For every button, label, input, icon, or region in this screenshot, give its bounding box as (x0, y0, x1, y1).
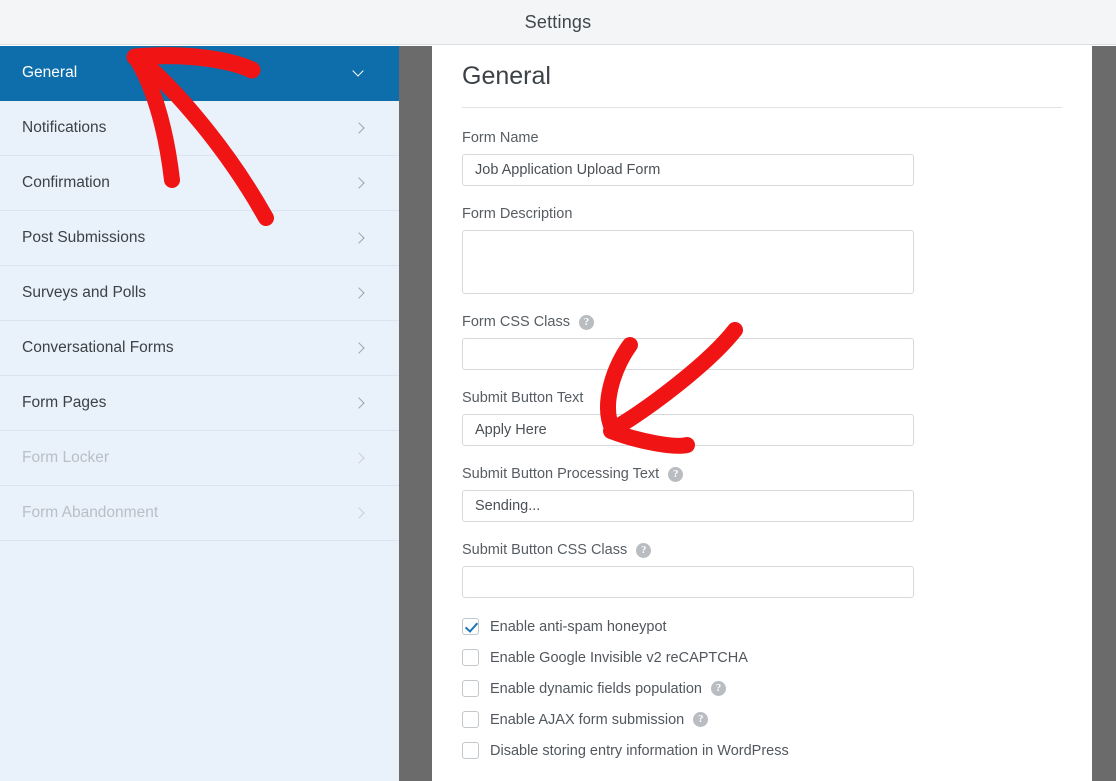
label-text: Submit Button Processing Text (462, 466, 659, 482)
label-text: Enable dynamic fields population (490, 681, 702, 697)
help-icon[interactable]: ? (668, 467, 683, 482)
sidebar-item-label: Confirmation (22, 174, 353, 192)
sidebar-item-label: General (22, 64, 353, 82)
settings-sidebar[interactable]: General Notifications Confirmation Post Sub… (0, 46, 399, 781)
field-submit_button_text: Submit Button Text (462, 390, 1062, 446)
field-label-form_description: Form Description (462, 206, 1062, 222)
checkbox-row-disable_storing[interactable]: Disable storing entry information in Wor… (462, 742, 1062, 759)
field-form_name: Form Name (462, 130, 1062, 186)
checkbox-row-dynamic_fields[interactable]: Enable dynamic fields population? (462, 680, 1062, 697)
checkbox-row-ajax[interactable]: Enable AJAX form submission? (462, 711, 1062, 728)
sidebar-item-label: Post Submissions (22, 229, 353, 247)
submit_button_processing_text-input[interactable] (462, 490, 914, 522)
field-form_css_class: Form CSS Class? (462, 314, 1062, 370)
chevron-right-icon (353, 341, 367, 355)
field-form_description: Form Description (462, 206, 1062, 294)
checkbox-dynamic_fields[interactable] (462, 680, 479, 697)
checkbox-row-honeypot[interactable]: Enable anti-spam honeypot (462, 618, 1062, 635)
chevron-right-icon (353, 121, 367, 135)
checkbox-label-ajax: Enable AJAX form submission? (490, 712, 708, 728)
sidebar-item-general[interactable]: General (0, 46, 399, 101)
checkbox-recaptcha[interactable] (462, 649, 479, 666)
chevron-right-icon (353, 451, 367, 465)
label-text: Enable Google Invisible v2 reCAPTCHA (490, 650, 748, 666)
sidebar-item-conversational-forms[interactable]: Conversational Forms (0, 321, 399, 376)
field-label-submit_button_css_class: Submit Button CSS Class? (462, 542, 1062, 558)
general-settings-checkboxes: Enable anti-spam honeypot Enable Google I… (462, 618, 1062, 759)
label-text: Form Name (462, 130, 539, 146)
field-label-form_name: Form Name (462, 130, 1062, 146)
form_css_class-input[interactable] (462, 338, 914, 370)
sidebar-item-label: Form Abandonment (22, 504, 353, 522)
checkbox-label-dynamic_fields: Enable dynamic fields population? (490, 681, 726, 697)
sidebar-item-label: Form Pages (22, 394, 353, 412)
label-text: Form CSS Class (462, 314, 570, 330)
sidebar-item-form-abandonment: Form Abandonment (0, 486, 399, 541)
checkbox-label-disable_storing: Disable storing entry information in Wor… (490, 743, 789, 759)
checkbox-row-recaptcha[interactable]: Enable Google Invisible v2 reCAPTCHA (462, 649, 1062, 666)
checkbox-honeypot[interactable] (462, 618, 479, 635)
help-icon[interactable]: ? (711, 681, 726, 696)
chevron-right-icon (353, 396, 367, 410)
field-label-form_css_class: Form CSS Class? (462, 314, 1062, 330)
help-icon[interactable]: ? (579, 315, 594, 330)
form_name-input[interactable] (462, 154, 914, 186)
help-icon[interactable]: ? (693, 712, 708, 727)
label-text: Submit Button CSS Class (462, 542, 627, 558)
chevron-down-icon (353, 66, 367, 80)
sidebar-item-notifications[interactable]: Notifications (0, 101, 399, 156)
label-text: Enable AJAX form submission (490, 712, 684, 728)
field-submit_button_css_class: Submit Button CSS Class? (462, 542, 1062, 598)
submit_button_text-input[interactable] (462, 414, 914, 446)
chevron-right-icon (353, 231, 367, 245)
page-scroll-gutter[interactable] (1092, 46, 1116, 781)
checkbox-label-recaptcha: Enable Google Invisible v2 reCAPTCHA (490, 650, 748, 666)
page-title: General (462, 62, 1062, 108)
form_description-input[interactable] (462, 230, 914, 294)
settings-window: Settings General Notifications Confirmatio… (0, 0, 1116, 781)
chevron-right-icon (353, 176, 367, 190)
sidebar-scroll-gutter[interactable] (399, 46, 432, 781)
label-text: Disable storing entry information in Wor… (490, 743, 789, 759)
chevron-right-icon (353, 506, 367, 520)
label-text: Enable anti-spam honeypot (490, 619, 667, 635)
sidebar-item-post-submissions[interactable]: Post Submissions (0, 211, 399, 266)
sidebar-item-form-pages[interactable]: Form Pages (0, 376, 399, 431)
sidebar-item-label: Notifications (22, 119, 353, 137)
sidebar-item-form-locker: Form Locker (0, 431, 399, 486)
checkbox-disable_storing[interactable] (462, 742, 479, 759)
label-text: Submit Button Text (462, 390, 583, 406)
field-submit_button_processing_text: Submit Button Processing Text? (462, 466, 1062, 522)
sidebar-item-confirmation[interactable]: Confirmation (0, 156, 399, 211)
general-settings-fields: Form Name Form Description Form CSS Class?… (462, 130, 1062, 598)
help-icon[interactable]: ? (636, 543, 651, 558)
sidebar-item-surveys-and-polls[interactable]: Surveys and Polls (0, 266, 399, 321)
chevron-right-icon (353, 286, 367, 300)
window-title: Settings (0, 12, 1116, 33)
sidebar-item-label: Conversational Forms (22, 339, 353, 357)
submit_button_css_class-input[interactable] (462, 566, 914, 598)
field-label-submit_button_text: Submit Button Text (462, 390, 1062, 406)
checkbox-label-honeypot: Enable anti-spam honeypot (490, 619, 667, 635)
sidebar-item-label: Surveys and Polls (22, 284, 353, 302)
settings-content-panel: General Form Name Form Description Form CS… (432, 46, 1092, 781)
checkbox-ajax[interactable] (462, 711, 479, 728)
label-text: Form Description (462, 206, 572, 222)
sidebar-item-label: Form Locker (22, 449, 353, 467)
window-header: Settings (0, 0, 1116, 45)
field-label-submit_button_processing_text: Submit Button Processing Text? (462, 466, 1062, 482)
